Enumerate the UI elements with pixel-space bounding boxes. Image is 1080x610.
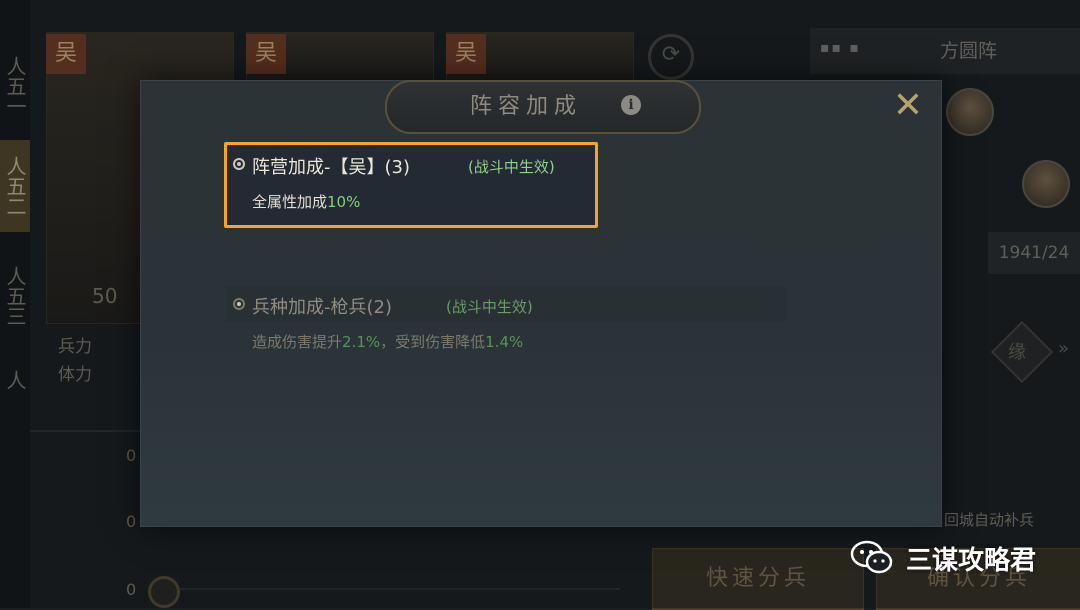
desc-value: 1.4% [485,333,524,351]
troop-type-bonus-title: 兵种加成-枪兵(2) [252,297,392,318]
bullet-icon [233,298,245,310]
dialog-title: 阵容加成 [470,94,583,119]
watermark-text: 三谋攻略君 [906,546,1037,576]
troop-type-bonus-desc: 造成伤害提升2.1%，受到伤害降低1.4% [252,331,523,352]
troop-type-bonus-note: (战斗中生效) [446,298,533,316]
desc-text: 全属性加成 [252,193,328,211]
close-icon[interactable]: ✕ [890,88,926,124]
faction-bonus-note: (战斗中生效) [468,158,555,176]
info-icon[interactable]: i [621,95,641,115]
desc-value: 2.1% [342,333,381,351]
desc-text: ，受到伤害降低 [380,333,486,351]
desc-text: 造成伤害提升 [252,333,343,351]
faction-bonus-desc: 全属性加成10% [252,191,360,212]
desc-value: 10% [327,193,361,211]
bullet-icon [233,158,245,170]
wechat-icon [850,540,893,574]
faction-bonus-title: 阵营加成-【吴】(3) [252,157,410,178]
